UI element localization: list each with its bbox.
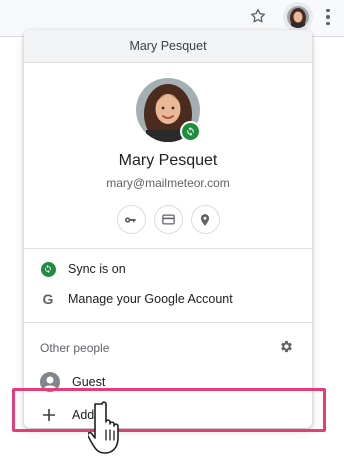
key-icon: [124, 216, 136, 223]
header-title: Mary Pesquet: [129, 39, 207, 53]
hand-pointer-cursor-icon: [86, 400, 136, 463]
other-people-header: Other people: [24, 333, 312, 363]
divider: [24, 322, 312, 323]
sync-status-item[interactable]: Sync is on: [24, 254, 312, 284]
more-vert-icon[interactable]: [320, 6, 336, 28]
user-name: Mary Pesquet: [118, 152, 218, 169]
profile-avatar-button[interactable]: [283, 2, 313, 32]
passwords-button[interactable]: [116, 205, 146, 234]
divider: [24, 248, 312, 249]
credit-card-icon: [161, 214, 175, 225]
quick-actions: [24, 205, 312, 234]
addresses-button[interactable]: [190, 205, 220, 234]
location-pin-icon: [200, 213, 210, 226]
profile-menu: Mary Pesquet Mary Pesquet mary@mailmeteo…: [24, 30, 312, 428]
sync-badge-icon: [180, 121, 201, 142]
other-people-label: Other people: [40, 341, 110, 355]
bookmark-star-icon[interactable]: [247, 5, 269, 27]
profile-avatar: [136, 78, 201, 142]
sync-icon: [40, 261, 56, 277]
menu-header: Mary Pesquet: [24, 30, 312, 63]
sync-label: Sync is on: [68, 262, 126, 276]
add-highlight-box: [12, 388, 326, 432]
manage-account-label: Manage your Google Account: [68, 292, 233, 306]
profile-avatar-icon: [287, 6, 309, 28]
settings-gear-icon[interactable]: [279, 339, 294, 357]
user-email: mary@mailmeteor.com: [106, 176, 230, 190]
google-g-icon: G: [42, 291, 54, 307]
manage-account-item[interactable]: G Manage your Google Account: [24, 284, 312, 314]
payment-methods-button[interactable]: [153, 205, 183, 234]
guest-label: Guest: [72, 375, 106, 389]
